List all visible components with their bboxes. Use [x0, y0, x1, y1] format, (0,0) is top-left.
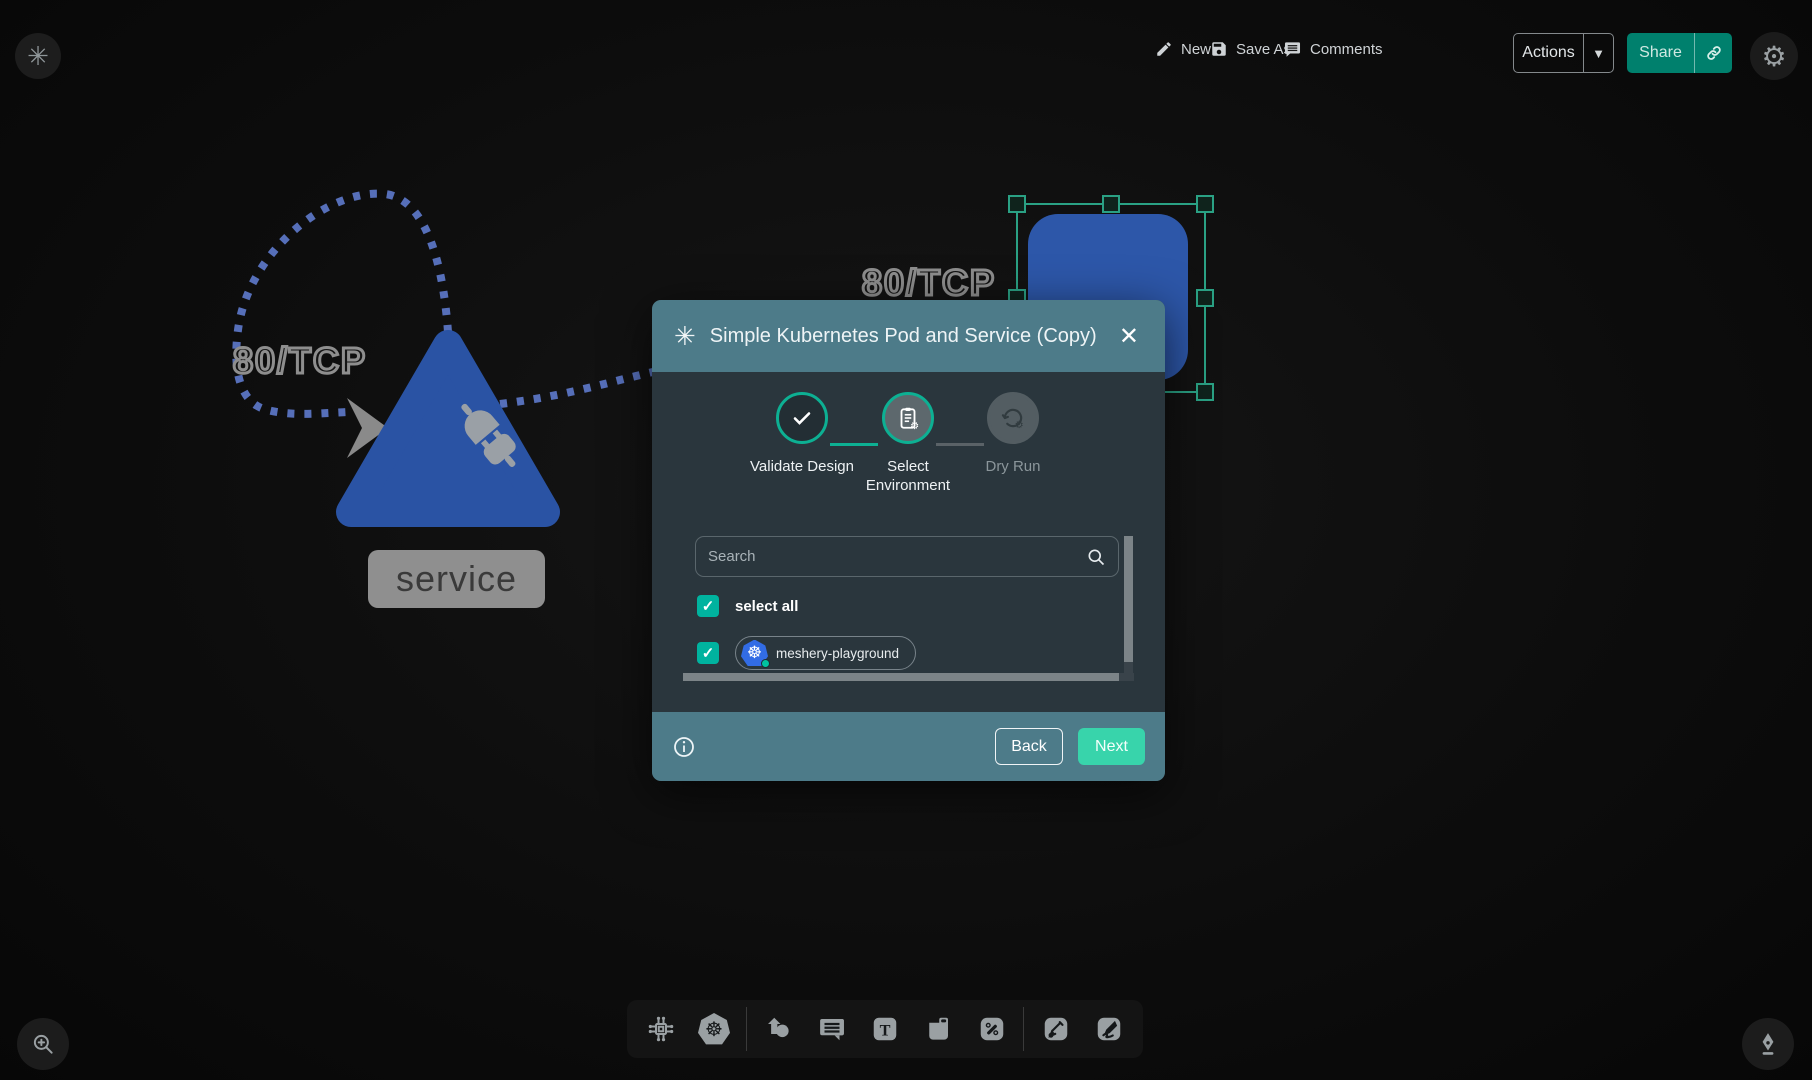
- dry-run-icon: ⚙: [987, 392, 1039, 444]
- media-icon[interactable]: [917, 1007, 960, 1051]
- step-dry-run: ⚙ Dry Run: [953, 392, 1073, 477]
- text-icon[interactable]: T: [863, 1007, 906, 1051]
- kubernetes-icon[interactable]: ☸: [692, 1007, 735, 1051]
- pen-tool-icon[interactable]: [1034, 1007, 1077, 1051]
- comments-label: Comments: [1310, 41, 1383, 58]
- zoom-in-button[interactable]: [17, 1018, 69, 1070]
- status-dot: [761, 659, 770, 668]
- check-icon: [776, 392, 828, 444]
- actions-label: Actions: [1514, 44, 1583, 62]
- search-input[interactable]: [708, 548, 1086, 565]
- copy-link-icon[interactable]: [1694, 33, 1732, 73]
- environment-checkbox[interactable]: ✓: [697, 642, 719, 664]
- comments-button[interactable]: Comments: [1283, 40, 1383, 59]
- pen-nib-icon: [1755, 1031, 1781, 1057]
- environment-row: ✓ ☸ meshery-playground: [697, 636, 916, 670]
- step-label: Select Environment: [848, 458, 968, 496]
- save-as-button[interactable]: Save As: [1210, 40, 1291, 58]
- new-label: New: [1181, 41, 1211, 58]
- svg-text:⚙: ⚙: [1015, 420, 1024, 431]
- clipboard-gear-icon: ⚙: [882, 392, 934, 444]
- stepper-connector-done: [830, 443, 878, 446]
- relationship-icon[interactable]: [970, 1007, 1013, 1051]
- horizontal-scrollbar-thumb[interactable]: [683, 673, 1119, 681]
- share-label: Share: [1627, 44, 1694, 62]
- environment-name: meshery-playground: [776, 646, 899, 661]
- settings-button[interactable]: ⚙: [1750, 32, 1798, 80]
- service-triangle-node[interactable]: [320, 300, 580, 540]
- pencil-icon: [1155, 40, 1173, 58]
- environment-chip[interactable]: ☸ meshery-playground: [735, 636, 916, 670]
- component-icon[interactable]: [639, 1007, 682, 1051]
- vertical-scrollbar-thumb[interactable]: [1124, 536, 1133, 662]
- stepper-connector-pending: [936, 443, 984, 446]
- save-icon: [1210, 40, 1228, 58]
- environment-search[interactable]: [695, 536, 1119, 577]
- step-label: Validate Design: [742, 458, 862, 477]
- next-button[interactable]: Next: [1078, 728, 1145, 765]
- close-icon[interactable]: ✕: [1115, 318, 1143, 355]
- shapes-icon[interactable]: [757, 1007, 800, 1051]
- pen-mode-button[interactable]: [1742, 1018, 1794, 1070]
- back-button[interactable]: Back: [995, 728, 1063, 765]
- sketch-icon[interactable]: [1088, 1007, 1131, 1051]
- modal-header: ✳ Simple Kubernetes Pod and Service (Cop…: [652, 300, 1165, 372]
- bottom-toolbar: ☸ T: [627, 1000, 1143, 1058]
- share-button[interactable]: Share: [1627, 33, 1732, 73]
- kubernetes-icon: ☸: [741, 640, 768, 667]
- search-icon[interactable]: [1086, 547, 1106, 567]
- step-label: Dry Run: [953, 458, 1073, 477]
- toolbar-separator: [1023, 1007, 1024, 1051]
- service-node-label: service: [368, 550, 545, 608]
- comment-icon: [1283, 40, 1302, 59]
- meshery-app-icon[interactable]: ✳: [15, 33, 61, 79]
- toolbar-separator: [746, 1007, 747, 1051]
- svg-text:T: T: [880, 1021, 891, 1039]
- meshery-logo-icon: ✳: [674, 321, 696, 352]
- deploy-design-modal: ✳ Simple Kubernetes Pod and Service (Cop…: [652, 300, 1165, 781]
- comment-icon[interactable]: [810, 1007, 853, 1051]
- step-validate-design[interactable]: Validate Design: [742, 392, 862, 477]
- select-all-row: ✓ select all: [697, 595, 798, 617]
- info-icon[interactable]: [672, 735, 696, 759]
- meshery-design-canvas: 80/TCP 80/TCP service ✳ New Save As Comm…: [0, 0, 1812, 1080]
- select-all-label: select all: [735, 598, 798, 615]
- top-toolbar: ✳ New Save As Comments Actions ▼ Sha: [0, 0, 1812, 100]
- svg-text:⚙: ⚙: [910, 421, 919, 431]
- gear-icon: ⚙: [1761, 40, 1786, 73]
- new-button[interactable]: New: [1155, 40, 1211, 58]
- edge-label-80tcp-right: 80/TCP: [862, 262, 996, 304]
- actions-button[interactable]: Actions ▼: [1513, 33, 1614, 73]
- modal-title: Simple Kubernetes Pod and Service (Copy): [710, 325, 1101, 348]
- select-all-checkbox[interactable]: ✓: [697, 595, 719, 617]
- modal-footer: Back Next: [652, 712, 1165, 781]
- chevron-down-icon[interactable]: ▼: [1583, 34, 1613, 72]
- zoom-in-icon: [30, 1031, 56, 1057]
- edge-label-80tcp-left: 80/TCP: [233, 340, 367, 382]
